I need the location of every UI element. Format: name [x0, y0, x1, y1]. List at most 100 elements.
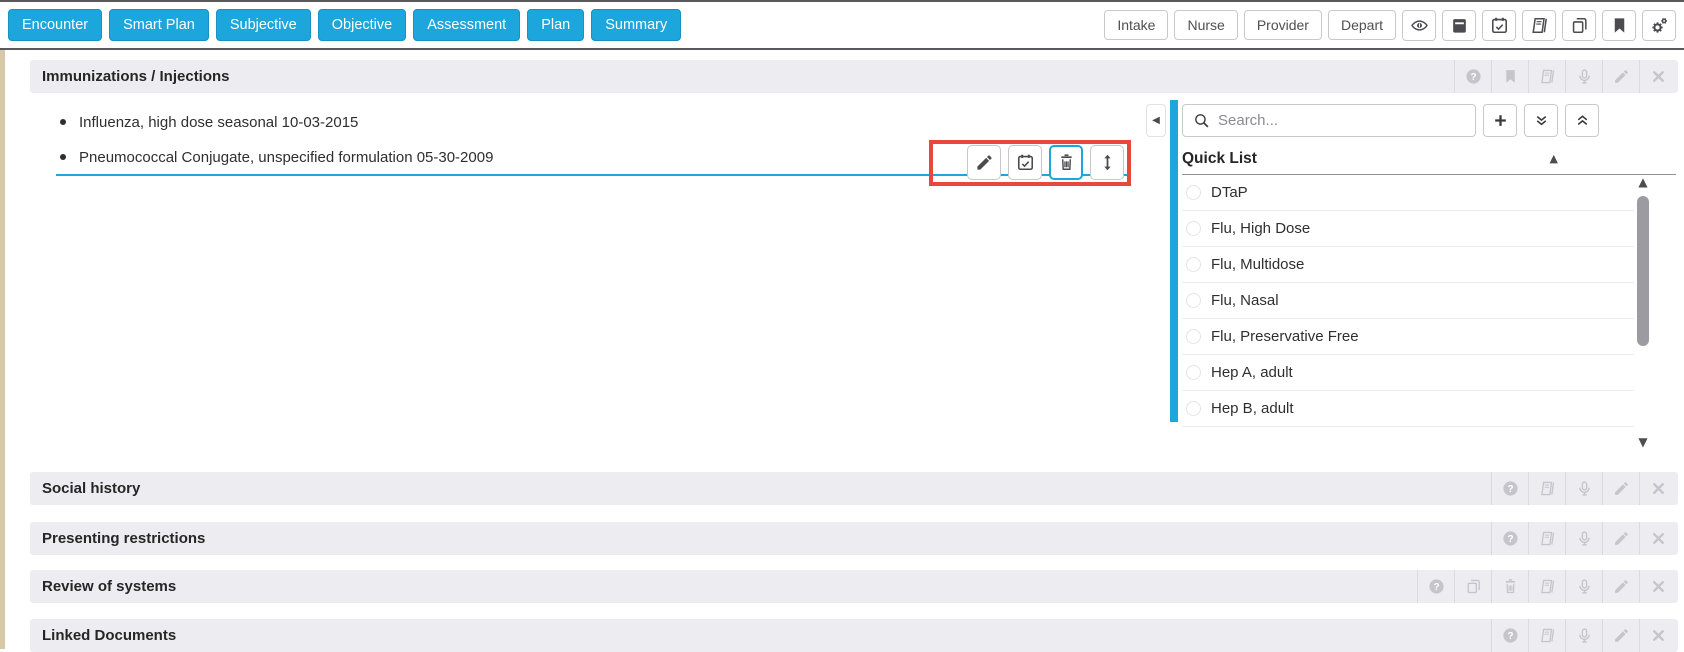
eye-button[interactable]: [1402, 10, 1436, 41]
quick-list-item-label: Hep A, adult: [1211, 364, 1293, 381]
help-icon: ?: [1502, 627, 1519, 644]
calendar-check-button[interactable]: [1482, 10, 1516, 41]
section-bar-social-history: Social history ?: [30, 472, 1678, 505]
radio-icon[interactable]: [1186, 221, 1201, 236]
radio-icon[interactable]: [1186, 401, 1201, 416]
quick-list-item-flu-multidose[interactable]: Flu, Multidose: [1182, 247, 1634, 283]
x-button[interactable]: [1639, 472, 1676, 505]
nav-encounter-button[interactable]: Encounter: [8, 9, 102, 41]
pencil-button[interactable]: [1602, 60, 1639, 93]
nav-objective-button[interactable]: Objective: [318, 9, 406, 41]
item-calendar-check-button[interactable]: [1008, 145, 1042, 180]
section-header-icons: ?: [1491, 619, 1676, 652]
help-button[interactable]: ?: [1491, 522, 1528, 555]
chevron-double-up-button[interactable]: [1565, 104, 1599, 137]
x-button[interactable]: [1639, 522, 1676, 555]
x-button[interactable]: [1639, 570, 1676, 603]
quick-list-item-label: Flu, Multidose: [1211, 256, 1304, 273]
help-button[interactable]: ?: [1491, 619, 1528, 652]
radio-icon[interactable]: [1186, 293, 1201, 308]
x-icon: [1650, 530, 1667, 547]
section-bar-presenting-restrictions: Presenting restrictions ?: [30, 522, 1678, 555]
item-updown-arrow-button[interactable]: [1090, 145, 1124, 180]
archive-button[interactable]: [1442, 10, 1476, 41]
bookmark-button[interactable]: [1602, 10, 1636, 41]
book-button[interactable]: [1528, 60, 1565, 93]
section-title-review-of-systems: Review of systems: [42, 578, 176, 595]
x-button[interactable]: [1639, 60, 1676, 93]
book-button[interactable]: [1522, 10, 1556, 41]
quick-list-scrollbar[interactable]: ▲ ▼: [1634, 176, 1652, 448]
scrollbar-thumb[interactable]: [1637, 196, 1649, 346]
quick-list-item-hep-b-adult[interactable]: Hep B, adult: [1182, 391, 1634, 427]
mic-button[interactable]: [1565, 570, 1602, 603]
bookmark-button[interactable]: [1491, 60, 1528, 93]
collapse-up-triangle-icon[interactable]: ▲: [1550, 153, 1558, 164]
pencil-button[interactable]: [1602, 522, 1639, 555]
mic-icon: [1576, 578, 1593, 595]
mic-icon: [1576, 68, 1593, 85]
pencil-button[interactable]: [1602, 472, 1639, 505]
nav-smart-plan-button[interactable]: Smart Plan: [109, 9, 209, 41]
provider-button[interactable]: Provider: [1244, 10, 1322, 40]
help-icon: ?: [1502, 480, 1519, 497]
trash-button[interactable]: [1491, 570, 1528, 603]
nav-summary-button[interactable]: Summary: [591, 9, 681, 41]
intake-button[interactable]: Intake: [1104, 10, 1168, 40]
x-button[interactable]: [1639, 619, 1676, 652]
book-button[interactable]: [1528, 619, 1565, 652]
section-header-icons: ?: [1491, 472, 1676, 505]
radio-icon[interactable]: [1186, 185, 1201, 200]
nav-plan-button[interactable]: Plan: [527, 9, 584, 41]
copy-button[interactable]: [1454, 570, 1491, 603]
quick-list-item-dtap[interactable]: DTaP: [1182, 175, 1634, 211]
depart-button[interactable]: Depart: [1328, 10, 1396, 40]
mic-button[interactable]: [1565, 472, 1602, 505]
gears-button[interactable]: [1642, 10, 1676, 41]
gears-icon: [1650, 16, 1669, 35]
scroll-down-icon[interactable]: ▼: [1634, 436, 1652, 448]
search-row: [1182, 104, 1676, 137]
quick-list-items: DTaP Flu, High Dose Flu, Multidose Flu, …: [1182, 175, 1634, 427]
mic-icon: [1576, 480, 1593, 497]
help-button[interactable]: ?: [1491, 472, 1528, 505]
nav-assessment-button[interactable]: Assessment: [413, 9, 520, 41]
svg-text:?: ?: [1507, 534, 1513, 545]
item-pencil-button[interactable]: [967, 145, 1001, 180]
copy-button[interactable]: [1562, 10, 1596, 41]
top-nav-group: EncounterSmart PlanSubjectiveObjectiveAs…: [8, 9, 681, 41]
item-trash-button[interactable]: [1049, 145, 1083, 180]
chevron-double-up-icon: [1574, 112, 1591, 129]
book-button[interactable]: [1528, 522, 1565, 555]
pencil-button[interactable]: [1602, 570, 1639, 603]
bookmark-icon: [1610, 16, 1629, 35]
nurse-button[interactable]: Nurse: [1174, 10, 1237, 40]
mic-button[interactable]: [1565, 60, 1602, 93]
scroll-up-icon[interactable]: ▲: [1634, 176, 1652, 188]
help-button[interactable]: ?: [1417, 570, 1454, 603]
immunization-item[interactable]: Influenza, high dose seasonal 10-03-2015: [56, 104, 1130, 140]
quick-list-item-flu-high-dose[interactable]: Flu, High Dose: [1182, 211, 1634, 247]
pencil-button[interactable]: [1602, 619, 1639, 652]
quick-list-item-flu-nasal[interactable]: Flu, Nasal: [1182, 283, 1634, 319]
nav-subjective-button[interactable]: Subjective: [216, 9, 311, 41]
book-icon: [1539, 627, 1556, 644]
book-button[interactable]: [1528, 472, 1565, 505]
radio-icon[interactable]: [1186, 257, 1201, 272]
mic-button[interactable]: [1565, 619, 1602, 652]
top-right-icon-buttons: [1402, 10, 1676, 41]
book-button[interactable]: [1528, 570, 1565, 603]
left-edge-strip: [0, 50, 5, 649]
mic-button[interactable]: [1565, 522, 1602, 555]
radio-icon[interactable]: [1186, 365, 1201, 380]
book-icon: [1539, 530, 1556, 547]
help-button[interactable]: ?: [1454, 60, 1491, 93]
radio-icon[interactable]: [1186, 329, 1201, 344]
plus-button[interactable]: [1483, 104, 1517, 137]
search-input[interactable]: [1218, 112, 1465, 129]
collapse-panel-button[interactable]: ◀: [1146, 104, 1166, 137]
quick-list-item-hep-a-adult[interactable]: Hep A, adult: [1182, 355, 1634, 391]
quick-list-header[interactable]: Quick List ▲: [1182, 143, 1676, 175]
quick-list-item-flu-preservative-free[interactable]: Flu, Preservative Free: [1182, 319, 1634, 355]
chevron-double-down-button[interactable]: [1524, 104, 1558, 137]
